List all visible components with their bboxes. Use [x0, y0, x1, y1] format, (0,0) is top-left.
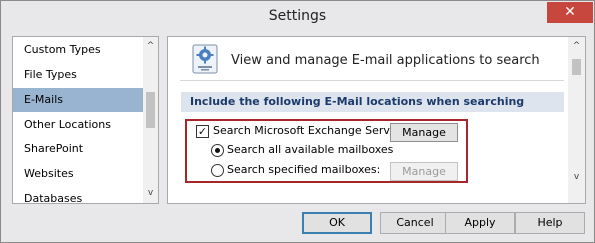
specified-mailboxes-label[interactable]: Search specified mailboxes:	[227, 163, 380, 176]
specified-mailboxes-radio[interactable]	[211, 164, 224, 177]
category-list-items: Custom Types File Types E-Mails Other Lo…	[13, 37, 143, 203]
ok-button[interactable]: OK	[302, 212, 372, 234]
specified-manage-button[interactable]: Manage	[390, 162, 458, 181]
apply-button[interactable]: Apply	[445, 212, 515, 234]
scroll-up-arrow-icon[interactable]: ^	[568, 39, 585, 54]
nav-item-databases[interactable]: Databases	[13, 187, 143, 203]
settings-gear-icon	[192, 44, 218, 74]
settings-window: Settings ✕ Custom Types File Types E-Mai…	[0, 0, 595, 243]
settings-category-list[interactable]: Custom Types File Types E-Mails Other Lo…	[12, 36, 159, 204]
close-icon: ✕	[564, 4, 576, 20]
nav-scrollbar[interactable]: ^ v	[143, 37, 158, 203]
nav-item-sharepoint[interactable]: SharePoint	[13, 137, 143, 161]
section-title: Include the following E-Mail locations w…	[181, 92, 564, 112]
nav-item-e-mails[interactable]: E-Mails	[13, 88, 143, 112]
all-mailboxes-radio[interactable]	[211, 144, 224, 157]
scroll-down-arrow-icon[interactable]: v	[143, 186, 158, 201]
nav-item-custom-types[interactable]: Custom Types	[13, 38, 143, 62]
scroll-down-arrow-icon[interactable]: v	[568, 170, 585, 185]
email-settings-panel: View and manage E-mail applications to s…	[167, 36, 586, 204]
nav-item-file-types[interactable]: File Types	[13, 63, 143, 87]
exchange-checkbox[interactable]: ✓	[196, 125, 209, 138]
scroll-thumb[interactable]	[572, 59, 581, 75]
title-bar[interactable]: Settings ✕	[1, 1, 594, 32]
cancel-button[interactable]: Cancel	[380, 212, 450, 234]
nav-item-other-locations[interactable]: Other Locations	[13, 113, 143, 137]
checkmark-icon: ✓	[197, 125, 208, 138]
panel-scrollbar[interactable]: ^ v	[568, 37, 585, 203]
close-button[interactable]: ✕	[547, 2, 593, 23]
help-button[interactable]: Help	[515, 212, 585, 234]
exchange-checkbox-label[interactable]: Search Microsoft Exchange Server:	[213, 124, 405, 137]
nav-item-websites[interactable]: Websites	[13, 162, 143, 186]
divider	[180, 80, 564, 81]
panel-header-text: View and manage E-mail applications to s…	[231, 53, 540, 68]
scrollbar-corner	[568, 187, 585, 203]
exchange-manage-button[interactable]: Manage	[390, 123, 458, 142]
window-title: Settings	[268, 8, 327, 24]
scroll-up-arrow-icon[interactable]: ^	[143, 39, 158, 54]
all-mailboxes-label[interactable]: Search all available mailboxes	[227, 143, 393, 156]
scroll-thumb[interactable]	[146, 92, 155, 128]
